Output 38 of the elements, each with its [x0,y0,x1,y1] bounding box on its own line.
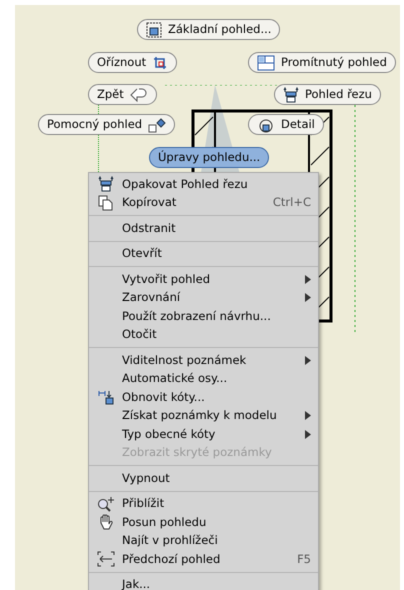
menu-item[interactable]: Typ obecné kóty [89,425,318,444]
menu-item[interactable]: Posun pohledu [89,513,318,532]
section-view-icon [98,176,114,192]
menu-item[interactable]: Obnovit kóty... [89,388,318,406]
menu-item[interactable]: Otevřít [89,244,318,263]
menu-item[interactable]: Vytvořit pohled [89,270,318,288]
menu-item[interactable]: Předchozí pohled F5 [89,550,318,568]
menu-item[interactable]: Opakovat Pohled řezu [89,175,318,194]
zoom-icon [96,496,114,512]
menu-item[interactable]: Automatické osy... [89,370,318,388]
detail-view-icon [257,116,275,132]
menu-item[interactable]: Otočit [89,326,318,344]
crop-icon [152,54,168,70]
marking-menu-button[interactable]: Detail [248,114,324,135]
marking-menu-button[interactable]: Úpravy pohledu... [149,147,270,168]
section-view-icon [283,86,299,102]
menu-item[interactable]: Kopírovat Ctrl+C [89,194,318,212]
view-frame-icon [146,22,162,38]
marking-menu-button[interactable]: Oříznout [88,52,178,73]
previous-view-icon [96,551,114,568]
menu-item[interactable]: Odstranit [89,219,318,238]
back-arrow-icon [130,88,148,102]
menu-item[interactable]: Vypnout [89,469,318,488]
marking-menu-button[interactable]: Pomocný pohled [38,114,176,135]
menu-item[interactable]: Použít zobrazení návrhu... [89,307,318,326]
marking-menu-button[interactable]: Promítnutý pohled [248,52,396,73]
marking-menu-button[interactable]: Pohled řezu [274,84,381,105]
layout-grid-icon [257,54,275,70]
auxiliary-view-icon [148,116,166,132]
dimension-icon [98,389,114,406]
marking-menu-button[interactable]: Základní pohled... [137,19,280,40]
menu-item[interactable]: Získat poznámky k modelu [89,406,318,425]
copy-icon [98,194,114,211]
menu-item[interactable]: Viditelnost poznámek [89,351,318,370]
marking-menu-button[interactable]: Zpět [88,84,157,105]
menu-item[interactable]: Přiblížit [89,494,318,513]
menu-item[interactable]: Najít v prohlížeči [89,532,318,550]
menu-item[interactable]: Zarovnání [89,288,318,307]
